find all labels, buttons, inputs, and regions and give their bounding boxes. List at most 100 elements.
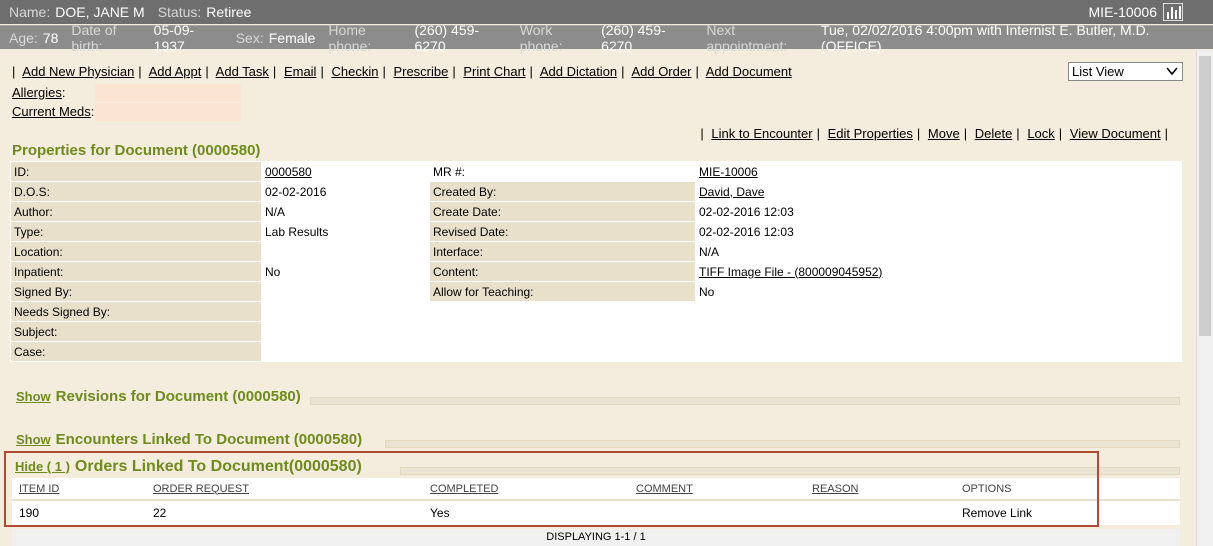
id-label: ID: [10,161,262,182]
current-meds-link[interactable]: Current Meds [12,104,91,119]
link-to-encounter-link[interactable]: Link to Encounter [711,126,812,141]
remove-link-button[interactable]: Remove Link [955,500,1180,525]
case-label: Case: [10,341,262,362]
add-task-link[interactable]: Add Task [216,64,269,79]
prescribe-link[interactable]: Prescribe [393,64,448,79]
interface-label: Interface: [429,241,696,262]
column-options: OPTIONS [955,478,1180,501]
sex-label: Sex: [235,29,264,46]
add-appt-link[interactable]: Add Appt [149,64,202,79]
current-meds-row: Current Meds: [12,104,95,119]
pagination-status: DISPLAYING 1-1 / 1 [12,529,1180,546]
orders-hide-toggle[interactable]: Hide ( 1 ) [15,459,70,474]
location-value [261,241,430,262]
patient-status: Retiree [206,4,252,20]
needs-signed-value [261,301,1182,322]
patient-sex: Female [268,29,316,46]
add-new-physician-link[interactable]: Add New Physician [22,64,134,79]
properties-title: Properties for Document (0000580) [12,142,261,159]
patient-dob: 05-09-1937 [153,21,195,54]
table-row: 190 22 Yes Remove Link [12,500,1180,525]
orders-table: ITEM ID ORDER REQUEST COMPLETED COMMENT … [12,478,1180,525]
document-id-link[interactable]: 0000580 [265,165,312,179]
bar-chart-icon[interactable] [1163,3,1183,21]
type-label: Type: [10,221,262,242]
allergies-value [95,84,241,102]
table-row: D.O.S: 02-02-2016 Created By: David, Dav… [10,181,1182,202]
section-divider [310,397,1180,405]
location-label: Location: [10,241,262,262]
revised-date-value: 02-02-2016 12:03 [695,221,1182,242]
work-phone: (260) 459-6270 [601,21,666,54]
created-by-link[interactable]: David, Dave [699,185,764,199]
lock-link[interactable]: Lock [1027,126,1054,141]
checkin-link[interactable]: Checkin [331,64,378,79]
allergies-link[interactable]: Allergies [12,85,62,100]
current-meds-value [95,103,241,121]
table-row: Type: Lab Results Revised Date: 02-02-20… [10,221,1182,242]
allow-teaching-label: Allow for Teaching: [429,281,696,302]
table-row: Location: Interface: N/A [10,241,1182,262]
column-completed[interactable]: COMPLETED [423,478,629,501]
encounters-title: Encounters Linked To Document (0000580) [55,431,363,448]
subject-label: Subject: [10,321,262,342]
created-by-label: Created By: [429,181,696,202]
next-appointment: Tue, 02/02/2016 4:00pm with Internist E.… [820,21,1150,54]
author-value: N/A [261,201,430,222]
table-row: ID: 0000580 MR #: MIE-10006 [10,161,1182,182]
chevron-down-icon [1166,67,1178,76]
type-value: Lab Results [261,221,430,242]
dos-label: D.O.S: [10,181,262,202]
add-document-link[interactable]: Add Document [706,64,792,79]
allergies-row: Allergies: [12,85,66,100]
view-document-link[interactable]: View Document [1070,126,1161,141]
patient-header-details: Age: 78 Date of birth: 05-09-1937 Sex: F… [0,22,1213,54]
table-row: Signed By: Allow for Teaching: No [10,281,1182,302]
status-label: Status: [157,4,202,20]
inpatient-value: No [261,261,430,282]
table-row: Author: N/A Create Date: 02-02-2016 12:0… [10,201,1182,222]
mr-label: MR #: [429,161,696,182]
table-row: Subject: [10,321,1182,342]
separator: | [12,64,16,79]
patient-age: 78 [42,29,59,46]
interface-value: N/A [695,241,1182,262]
page-scrollbar[interactable] [1196,50,1213,546]
encounters-show-toggle[interactable]: Show [16,432,51,447]
content-label: Content: [429,261,696,282]
column-item-id[interactable]: ITEM ID [12,478,146,501]
revisions-show-toggle[interactable]: Show [16,389,51,404]
add-dictation-link[interactable]: Add Dictation [540,64,617,79]
work-phone-label: Work phone: [519,21,563,54]
order-reason [805,500,955,525]
email-link[interactable]: Email [284,64,317,79]
mr-number-link[interactable]: MIE-10006 [699,165,758,179]
edit-properties-link[interactable]: Edit Properties [828,126,913,141]
move-link[interactable]: Move [928,126,960,141]
table-row: Inpatient: No Content: TIFF Image File -… [10,261,1182,282]
encounters-section-header: Show Encounters Linked To Document (00005… [16,431,362,448]
next-appointment-label: Next appointment: [706,21,788,54]
content-file-link[interactable]: TIFF Image File - (800009045952) [699,265,882,279]
scrollbar-thumb[interactable] [1199,56,1211,336]
patient-mrn: MIE-10006 [1088,4,1157,20]
print-chart-link[interactable]: Print Chart [463,64,525,79]
section-divider [385,440,1180,448]
order-comment [629,500,805,525]
column-comment[interactable]: COMMENT [629,478,805,501]
home-phone: (260) 459-6270 [414,21,480,54]
order-completed: Yes [430,506,450,520]
table-row: Needs Signed By: [10,301,1182,322]
delete-link[interactable]: Delete [975,126,1013,141]
view-mode-select[interactable]: List View [1068,62,1183,81]
orders-title: Orders Linked To Document(0000580) [74,458,362,475]
add-order-link[interactable]: Add Order [631,64,691,79]
allow-teaching-value: No [695,281,1182,302]
signed-by-label: Signed By: [10,281,262,302]
name-label: Name: [9,4,51,20]
revisions-title: Revisions for Document (0000580) [55,388,301,405]
dos-value: 02-02-2016 [261,181,430,202]
author-label: Author: [10,201,262,222]
column-order-request[interactable]: ORDER REQUEST [146,478,423,501]
column-reason[interactable]: REASON [805,478,955,501]
